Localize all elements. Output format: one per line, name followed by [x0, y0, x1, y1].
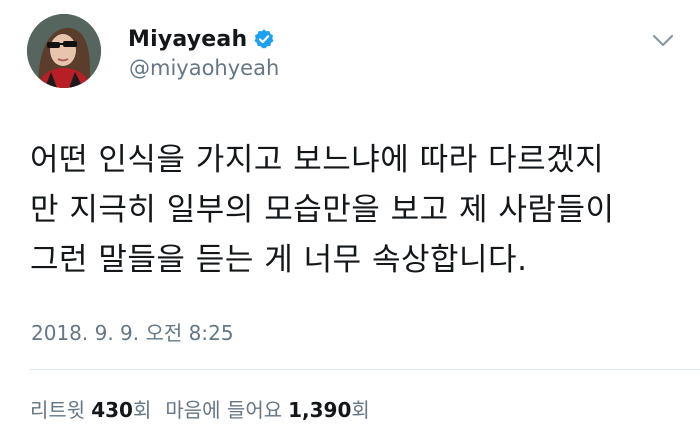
avatar-image	[27, 14, 101, 88]
tweet-text-line: 어떤 인식을 가지고 보느냐에 따라 다르겠지	[30, 142, 605, 178]
tweet-card: Miyayeah @miyaohyeah 어떤 인식을 가지고 보느냐에 따라 …	[0, 0, 700, 441]
avatar[interactable]	[27, 14, 101, 88]
divider	[30, 369, 700, 370]
likes-count[interactable]: 1,390	[288, 398, 351, 422]
verified-badge-icon	[253, 28, 275, 50]
tweet-stats: 리트윗 430 회 마음에 들어요 1,390 회	[30, 394, 370, 423]
tweet-text: 어떤 인식을 가지고 보느냐에 따라 다르겠지 만 지극히 일부의 모습만을 보…	[30, 135, 680, 285]
retweets-label[interactable]: 리트윗	[30, 394, 85, 423]
display-name[interactable]: Miyayeah	[128, 27, 247, 52]
retweets-unit: 회	[132, 398, 152, 422]
tweet-text-line: 그런 말들을 듣는 게 너무 속상합니다.	[30, 242, 528, 278]
user-name-row[interactable]: Miyayeah	[128, 24, 275, 54]
likes-unit: 회	[351, 398, 370, 422]
tweet-timestamp[interactable]: 2018. 9. 9. 오전 8:25	[31, 317, 234, 346]
tweet-text-line: 만 지극히 일부의 모습만을 보고 제 사람들이	[30, 192, 615, 228]
user-handle[interactable]: @miyaohyeah	[129, 56, 279, 80]
chevron-down-icon[interactable]	[652, 34, 674, 48]
likes-label[interactable]: 마음에 들어요	[165, 394, 282, 423]
retweets-count[interactable]: 430	[91, 398, 133, 422]
